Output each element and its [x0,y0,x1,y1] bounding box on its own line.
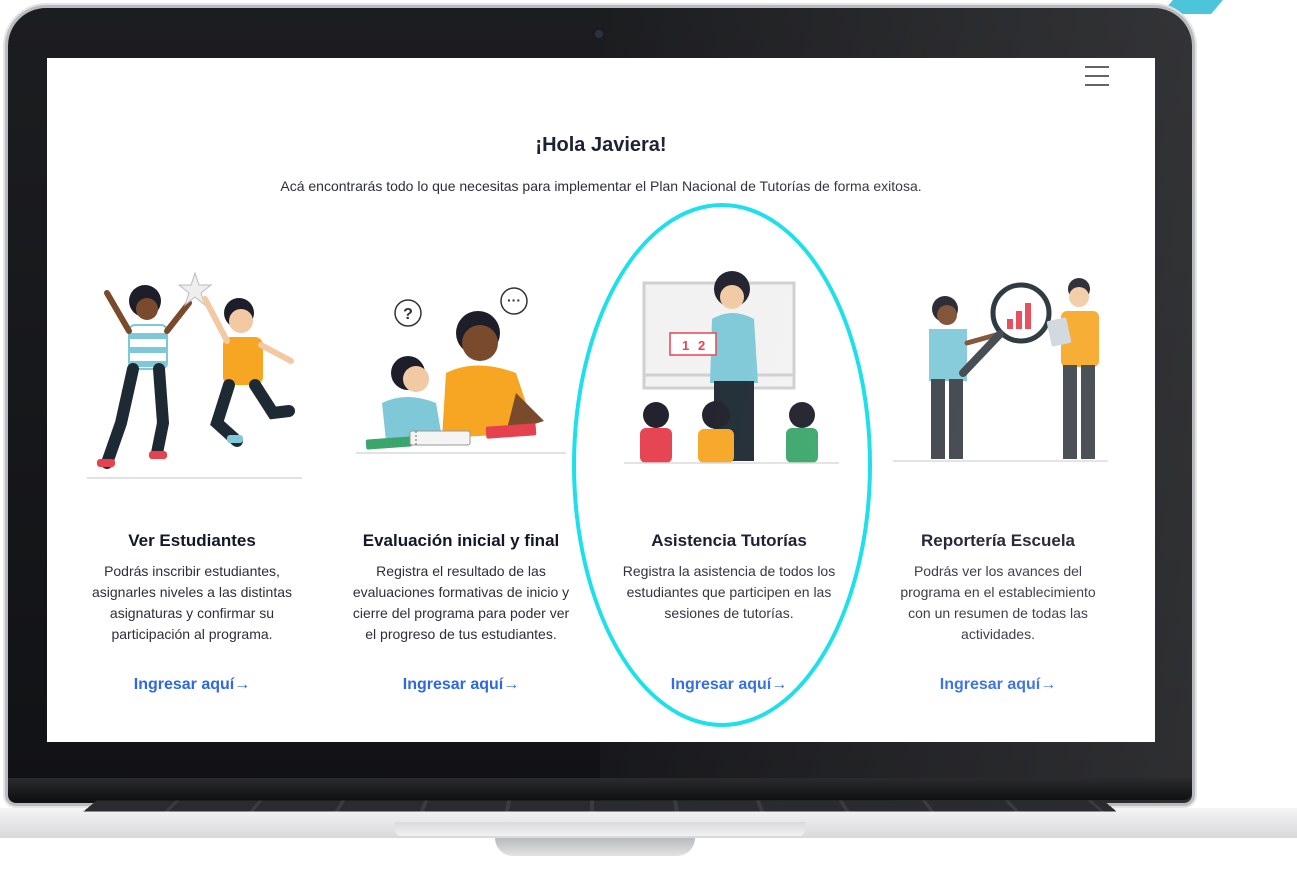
arrow-right-icon: → [234,676,251,693]
arrow-right-icon: → [1040,676,1057,693]
ingresar-link-evaluacion[interactable]: Ingresar aquí→ [326,676,596,694]
card-title: Evaluación inicial y final [362,531,560,550]
hamburger-menu-icon[interactable] [1085,66,1111,88]
laptop-notch [495,838,695,856]
laptop-hinge [8,778,1192,800]
teacher-classroom-illustration: 1 2 [624,271,839,464]
ingresar-link-reporteria[interactable]: Ingresar aquí→ [863,676,1133,694]
card-reporteria: Reportería Escuela Podrás ver los avance… [863,263,1133,733]
ingresar-link-estudiantes[interactable]: Ingresar aquí→ [57,676,327,694]
svg-text:?: ? [403,306,413,323]
svg-text:2: 2 [698,338,705,353]
page-title: ¡Hola Javiera! [535,134,667,156]
svg-text:···: ··· [507,292,521,308]
card-title: Reportería Escuela [920,531,1075,550]
laptop-camera [595,30,603,38]
card-title: Asistencia Tutorías [651,531,807,550]
page-subtitle: Acá encontrarás todo lo que necesitas pa… [280,178,922,194]
card-title: Ver Estudiantes [128,531,256,550]
laptop-base-shine [395,822,805,836]
card-description: Podrás inscribir estudiantes, asignarles… [92,563,292,642]
card-description: Podrás ver los avances del programa en e… [900,563,1096,642]
laptop-screen: ¡Hola Javiera! Acá encontrarás todo lo q… [47,58,1155,742]
keyboard-edge [83,800,1117,812]
ingresar-link-asistencia[interactable]: Ingresar aquí→ [594,676,864,694]
arrow-right-icon: → [503,676,520,693]
tutor-and-student-illustration: ? ··· [356,287,566,454]
card-ver-estudiantes: Ver Estudiantes Podrás inscribir estudia… [57,263,327,733]
arrow-right-icon: → [771,676,788,693]
report-analysis-illustration [893,278,1108,462]
card-evaluacion: ? ··· Evaluación inicial y final Registr… [326,263,596,733]
students-celebrating-illustration [87,271,302,479]
card-description: Registra el resultado de las evaluacione… [352,563,570,642]
card-asistencia: 1 2 Asistencia Tutorías Registra la asis… [594,263,864,733]
card-description: Registra la asistencia de todos los estu… [622,563,836,621]
svg-text:1: 1 [682,338,689,353]
